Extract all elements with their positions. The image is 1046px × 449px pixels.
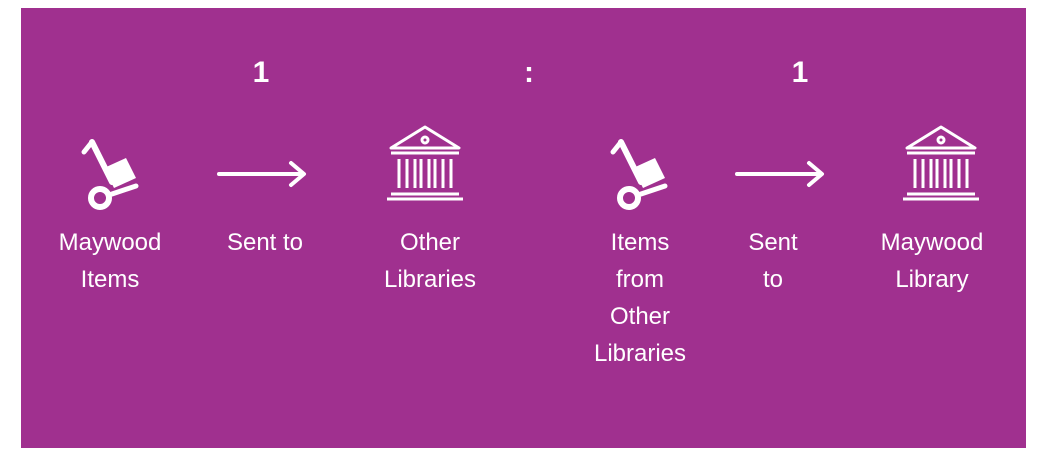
ratio-diagram-panel: 1 : 1 Maywood Items Sent to Other Librar… [21, 8, 1026, 448]
ratio-right-value: 1 [791, 56, 809, 89]
hand-truck-icon [610, 139, 668, 210]
ratio-left-value: 1 [252, 56, 270, 89]
right-arrow-icon [735, 161, 824, 187]
verb-label: Sent to [226, 229, 304, 256]
target-label: Other Libraries [383, 229, 477, 293]
source-label: Items from Other Libraries [593, 229, 687, 367]
source-label: Maywood Items [58, 229, 162, 293]
ratio-separator: : [524, 56, 534, 89]
library-building-icon [387, 125, 463, 201]
hand-truck-icon [81, 139, 139, 210]
library-building-icon [903, 125, 979, 201]
right-arrow-icon [217, 161, 306, 187]
verb-label: Sent to [748, 229, 798, 293]
target-label: Maywood Library [880, 229, 984, 293]
